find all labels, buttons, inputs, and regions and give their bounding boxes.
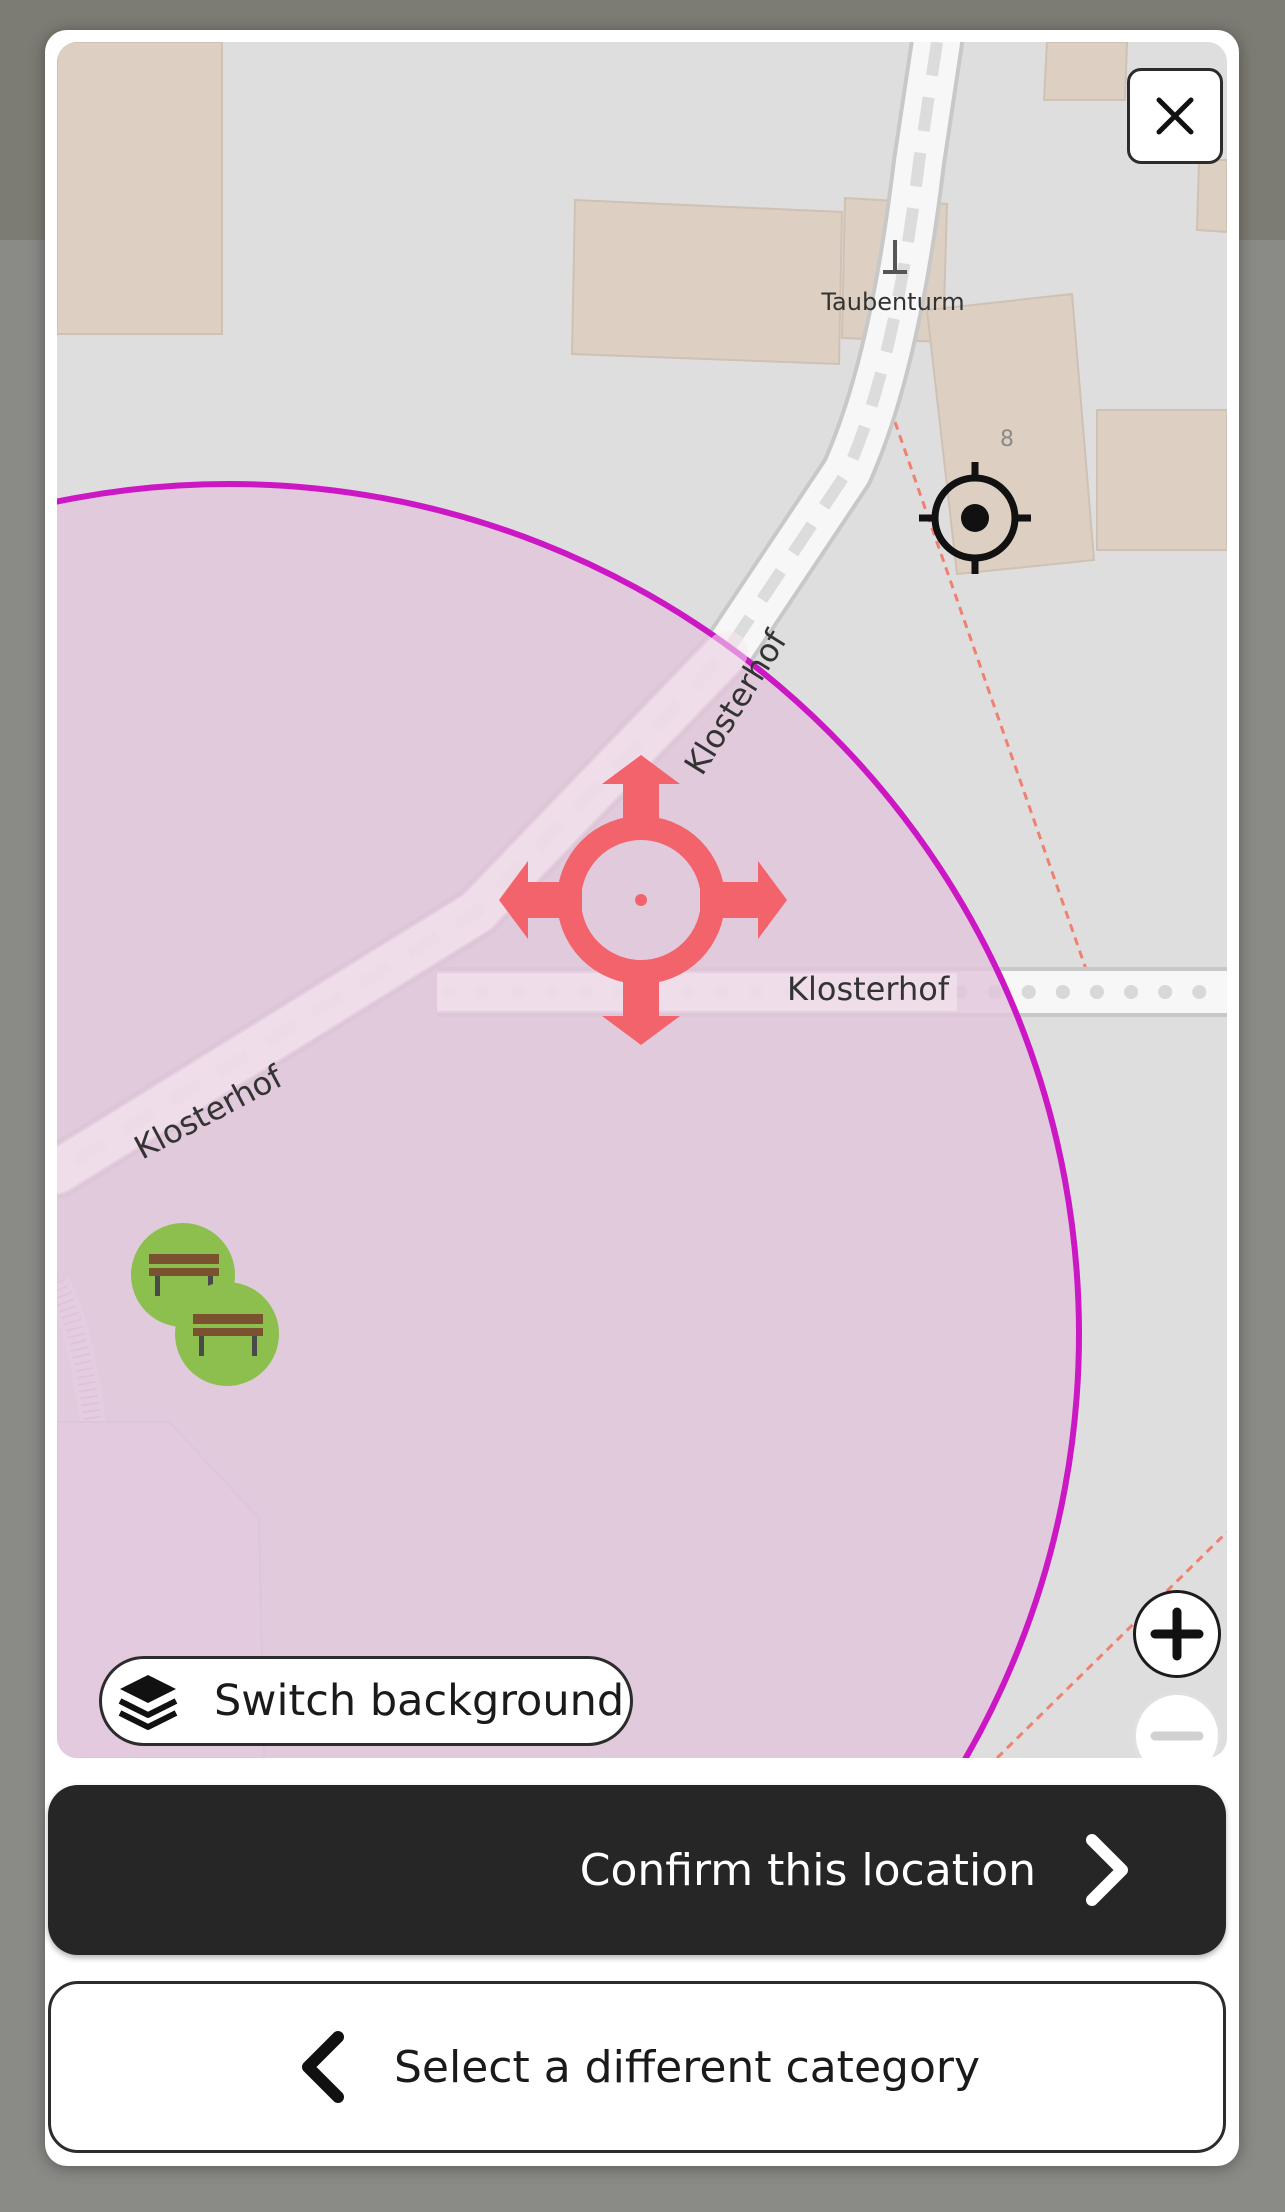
close-button[interactable]	[1127, 68, 1223, 164]
switch-background-label: Switch background	[214, 1676, 625, 1726]
close-icon	[1156, 97, 1194, 135]
select-category-button[interactable]: Select a different category	[48, 1981, 1226, 2153]
chevron-right-icon	[1086, 1834, 1128, 1906]
street-label: Klosterhof	[787, 970, 950, 1008]
minus-icon	[1150, 1731, 1204, 1741]
confirm-location-label: Confirm this location	[579, 1844, 1036, 1896]
building	[570, 198, 844, 366]
building	[1096, 409, 1227, 551]
house-number-label: 8	[1000, 427, 1014, 452]
plus-icon	[1150, 1607, 1204, 1661]
chevron-left-icon	[302, 2031, 344, 2103]
map-view[interactable]: Taubenturm 8 Klosterhof Klosterhof Klost…	[57, 42, 1227, 1758]
switch-background-button[interactable]: Switch background	[99, 1656, 633, 1746]
bench-icon	[175, 1282, 279, 1386]
select-category-label: Select a different category	[394, 2041, 980, 2093]
confirm-location-button[interactable]: Confirm this location	[48, 1785, 1226, 1955]
layers-icon	[118, 1675, 178, 1730]
map-canvas[interactable]: Taubenturm 8 Klosterhof Klosterhof Klost…	[57, 42, 1227, 1758]
poi-label: Taubenturm	[820, 288, 964, 316]
location-picker-dialog: Taubenturm 8 Klosterhof Klosterhof Klost…	[45, 30, 1239, 2166]
building	[57, 42, 223, 335]
building	[1195, 159, 1227, 234]
zoom-in-button[interactable]	[1133, 1590, 1221, 1678]
building	[1042, 42, 1129, 101]
